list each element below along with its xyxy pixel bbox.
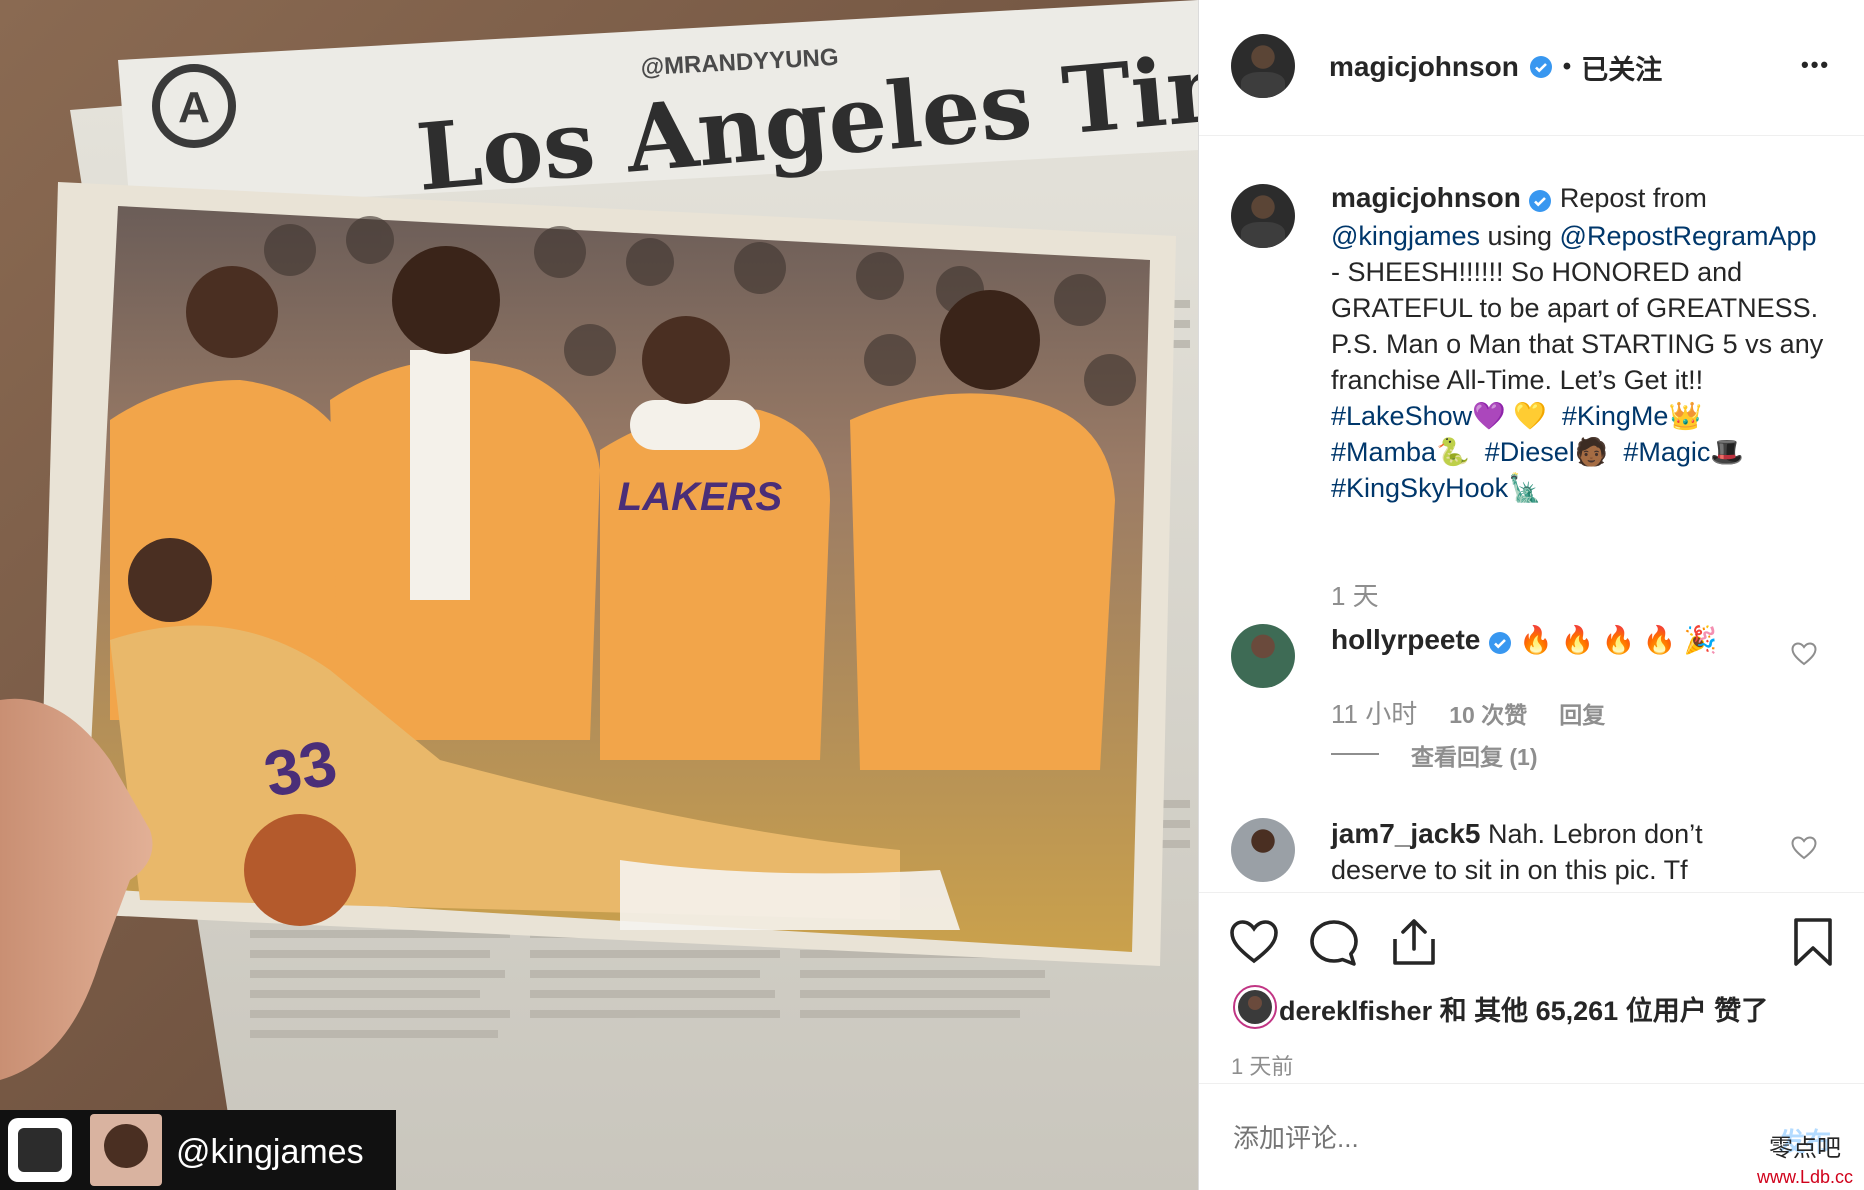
caption-time[interactable]: 1 天 <box>1331 576 1379 613</box>
add-comment-bar: 发布 零点吧 www.Ldb.cc <box>1199 1083 1864 1190</box>
hashtag-link[interactable]: #Diesel <box>1485 437 1575 467</box>
header-username[interactable]: magicjohnson <box>1329 51 1519 83</box>
verified-badge-icon <box>1528 182 1552 218</box>
post-header: magicjohnson • 已关注 ••• <box>1199 0 1864 136</box>
view-replies-button[interactable]: 查看回复 (1) <box>1411 738 1538 772</box>
hashtag-link[interactable]: #LakeShow <box>1331 401 1472 431</box>
hashtag-link[interactable]: #Magic <box>1623 437 1710 467</box>
comment: jam7_jack5 Nah. Lebron don’t deserve to … <box>1331 816 1771 888</box>
more-options-icon[interactable]: ••• <box>1801 52 1830 78</box>
comment-username[interactable]: jam7_jack5 <box>1331 818 1480 849</box>
comment-username[interactable]: hollyrpeete <box>1331 624 1480 655</box>
jersey-text: LAKERS <box>618 475 783 519</box>
caption-text: - SHEESH!!!!!! So HONORED and GRATEFUL t… <box>1331 256 1824 395</box>
comments-area[interactable]: magicjohnson Repost from @kingjames usin… <box>1199 136 1864 892</box>
post-artwork: A @MRANDYYUNG Los Angeles Times LAKERS 3… <box>0 0 1198 1190</box>
save-bookmark-icon[interactable] <box>1793 917 1833 967</box>
hashtag-emoji: 🎩 <box>1710 436 1745 467</box>
comment-text: 🔥 🔥 🔥 🔥 🎉 <box>1519 625 1718 655</box>
reply-button[interactable]: 回复 <box>1559 696 1605 730</box>
comment-avatar[interactable] <box>1231 624 1295 688</box>
verified-badge-icon <box>1488 624 1512 660</box>
watermark-line2: www.Ldb.cc <box>1757 1167 1854 1187</box>
comment-avatar[interactable] <box>1231 818 1295 882</box>
replies-divider <box>1331 753 1379 755</box>
hashtag-link[interactable]: #Mamba <box>1331 437 1436 467</box>
hashtag-emoji: 🧑🏾 <box>1574 436 1609 467</box>
caption: magicjohnson Repost from @kingjames usin… <box>1331 180 1831 506</box>
comment-bubble-icon[interactable] <box>1309 919 1359 967</box>
post-sidebar: magicjohnson • 已关注 ••• magicjohnson Repo… <box>1198 0 1864 1190</box>
svg-text:A: A <box>178 83 210 132</box>
liker-username[interactable]: dereklfisher <box>1279 996 1432 1026</box>
heart-icon[interactable] <box>1791 642 1817 666</box>
header-separator: • <box>1562 53 1572 80</box>
likes-connector: 和 <box>1439 996 1467 1026</box>
mention-link[interactable]: @kingjames <box>1331 221 1480 251</box>
heart-icon[interactable] <box>1791 836 1817 860</box>
likes-others[interactable]: 其他 65,261 位用户 <box>1474 996 1707 1026</box>
comment-time[interactable]: 11 小时 <box>1331 694 1417 731</box>
comment-likes[interactable]: 10 次赞 <box>1449 696 1527 730</box>
hashtag-emoji: 🐍 <box>1436 436 1470 467</box>
add-comment-input[interactable] <box>1231 1114 1735 1162</box>
comment: hollyrpeete 🔥 🔥 🔥 🔥 🎉 <box>1331 622 1771 660</box>
likes-summary[interactable]: dereklfisher 和 其他 65,261 位用户 赞了 <box>1279 989 1768 1028</box>
hashtag-emoji: 🗽 <box>1508 472 1542 503</box>
caption-avatar[interactable] <box>1231 184 1295 248</box>
share-icon[interactable] <box>1391 917 1437 967</box>
like-heart-icon[interactable] <box>1229 919 1279 965</box>
hashtag-link[interactable]: #KingSkyHook <box>1331 473 1508 503</box>
likes-suffix: 赞了 <box>1714 996 1769 1026</box>
mention-link[interactable]: @RepostRegramApp <box>1560 221 1817 251</box>
post-image[interactable]: A @MRANDYYUNG Los Angeles Times LAKERS 3… <box>0 0 1198 1190</box>
caption-text: Repost from <box>1552 183 1707 213</box>
repost-handle: @kingjames <box>176 1133 364 1171</box>
hashtag-emoji: 💜 💛 <box>1472 400 1547 431</box>
hashtag-emoji: 👑 <box>1668 400 1703 431</box>
verified-badge-icon <box>1529 55 1553 79</box>
hashtag-link[interactable]: #KingMe <box>1562 401 1669 431</box>
caption-username[interactable]: magicjohnson <box>1331 182 1521 213</box>
caption-text: using <box>1479 220 1560 251</box>
comment-meta: 11 小时 10 次赞 回复 <box>1331 694 1605 731</box>
liker-avatar[interactable] <box>1233 985 1277 1029</box>
watermark-line1: 零点吧 <box>1769 1134 1842 1162</box>
jersey-number: 33 <box>258 726 343 811</box>
site-watermark: 零点吧 www.Ldb.cc <box>1757 1136 1853 1186</box>
post-actions: dereklfisher 和 其他 65,261 位用户 赞了 1 天前 <box>1199 892 1864 1092</box>
avatar[interactable] <box>1231 34 1295 98</box>
follow-status[interactable]: 已关注 <box>1581 48 1662 87</box>
post-time[interactable]: 1 天前 <box>1231 1049 1293 1081</box>
